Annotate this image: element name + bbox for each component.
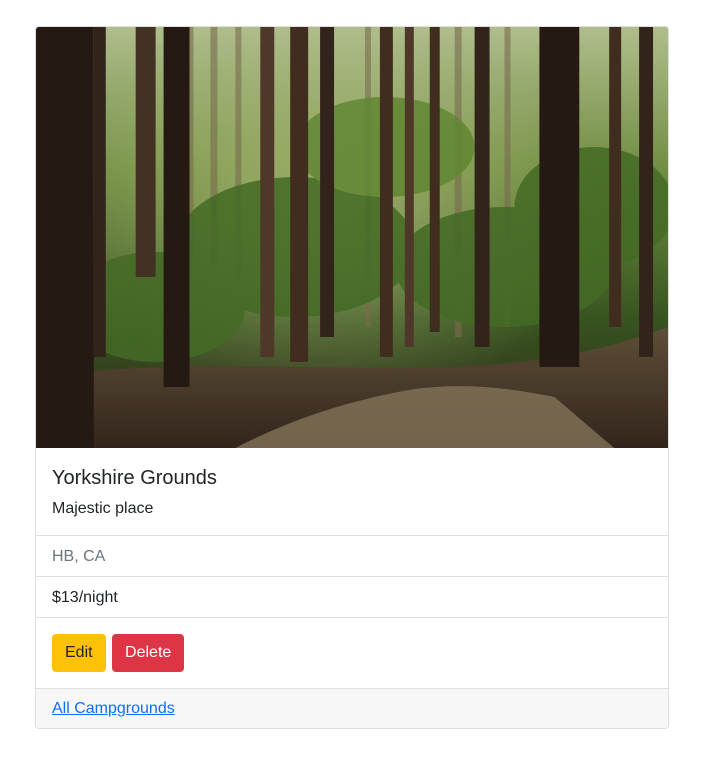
campground-location: HB, CA [36,536,668,577]
card-body: Yorkshire Grounds Majestic place [36,448,668,536]
campground-description: Majestic place [52,500,154,517]
card-actions: Edit Delete [36,618,668,689]
campground-image [36,27,668,448]
edit-button[interactable]: Edit [52,634,106,672]
delete-button[interactable]: Delete [112,634,185,672]
all-campgrounds-link[interactable]: All Campgrounds [52,700,175,717]
campground-card: Yorkshire Grounds Majestic place HB, CA … [35,26,669,729]
forest-photo [36,27,668,448]
campground-price: $13/night [36,577,668,618]
card-footer: All Campgrounds [36,689,668,728]
campground-title: Yorkshire Grounds [52,467,217,489]
